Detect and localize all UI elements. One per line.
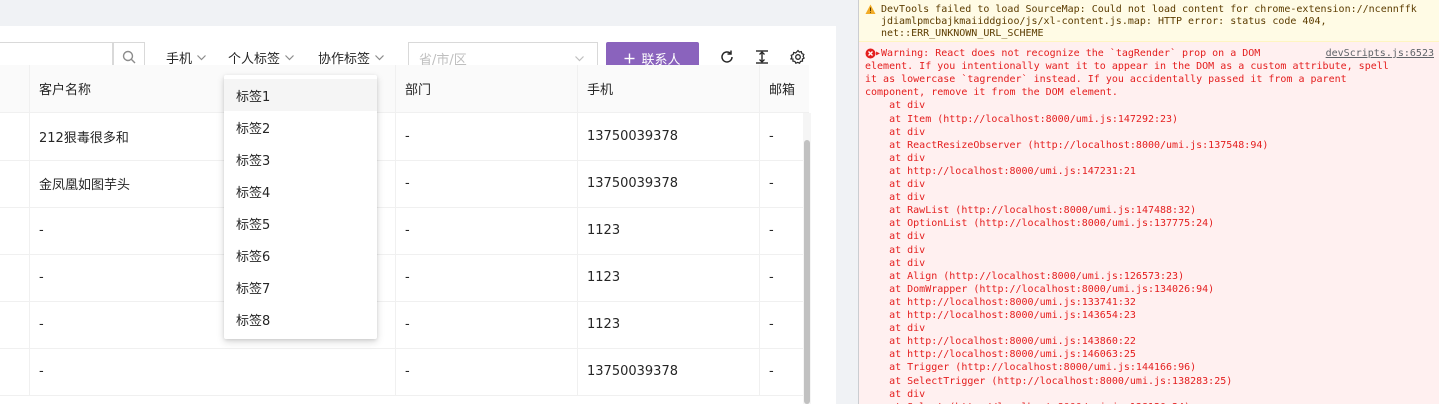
dropdown-option[interactable]: 标签7	[224, 271, 377, 303]
error-line: at SelectTrigger (http://localhost:8000/…	[865, 375, 1233, 387]
department-cell: -	[395, 160, 577, 207]
phone-cell: 1123	[577, 207, 759, 254]
error-line: at http://localhost:8000/umi.js:143860:2…	[865, 336, 1136, 348]
error-line: at div	[865, 152, 926, 164]
table-row[interactable]: - -1123-	[0, 207, 809, 255]
department-cell: -	[395, 113, 577, 160]
chevron-down-icon	[575, 56, 584, 62]
email-cell: -	[759, 301, 809, 348]
dropdown-option[interactable]: 标签3	[224, 143, 377, 175]
error-line: at div	[865, 192, 926, 204]
plus-icon	[624, 53, 635, 63]
console-warning-message: DevTools failed to load SourceMap: Could…	[859, 0, 1439, 42]
error-line: at http://localhost:8000/umi.js:146063:2…	[865, 349, 1136, 361]
row-select-cell	[0, 301, 30, 348]
error-line: at div	[865, 388, 926, 400]
department-cell: -	[395, 301, 577, 348]
table-scrollbar-thumb[interactable]	[804, 140, 810, 404]
error-line: at http://localhost:8000/umi.js:133741:3…	[865, 296, 1136, 308]
refresh-button[interactable]	[718, 48, 736, 66]
error-line: at Trigger (http://localhost:8000/umi.js…	[865, 362, 1197, 374]
phone-cell: 13750039378	[577, 113, 759, 160]
error-line: at div	[865, 100, 926, 112]
error-line: it as lowercase `tagrender` instead. If …	[865, 74, 1347, 86]
phone-cell: 13750039378	[577, 160, 759, 207]
column-height-button[interactable]	[753, 48, 771, 66]
chevron-down-icon	[375, 54, 384, 60]
header-cell-select	[0, 65, 30, 112]
column-height-icon	[756, 50, 768, 64]
warning-line: net::ERR_UNKNOWN_URL_SCHEME	[881, 28, 1044, 39]
crm-app: 手机 个人标签 协作标签 省/市/区 联系人 客户名称 部门 手机 邮箱 212…	[0, 0, 858, 404]
refresh-icon	[721, 50, 733, 63]
error-line: at div	[865, 257, 926, 269]
error-line: at div	[865, 231, 926, 243]
row-select-cell	[0, 113, 30, 160]
department-cell: -	[395, 254, 577, 301]
phone-cell: 1123	[577, 254, 759, 301]
error-line: at http://localhost:8000/umi.js:143654:2…	[865, 310, 1136, 321]
table-row[interactable]: - -1123-	[0, 301, 809, 349]
customer-name-cell: -	[29, 348, 395, 395]
error-source-link[interactable]: devScripts.js:6523	[1326, 47, 1434, 60]
table-row[interactable]: 212狠毒很多和 -13750039378-	[0, 113, 809, 161]
error-line: at OptionList (http://localhost:8000/umi…	[865, 218, 1215, 230]
filter-coop-tag-label: 协作标签	[318, 51, 371, 67]
chevron-down-icon	[285, 54, 294, 60]
department-cell: -	[395, 207, 577, 254]
error-line: at Align (http://localhost:8000/umi.js:1…	[865, 270, 1185, 282]
email-cell: -	[759, 160, 809, 207]
header-department[interactable]: 部门	[395, 65, 577, 112]
error-line: at http://localhost:8000/umi.js:147231:2…	[865, 165, 1136, 177]
phone-cell: 13750039378	[577, 348, 759, 395]
settings-button[interactable]	[789, 48, 807, 66]
table-row[interactable]: 金凤凰如图芋头 -13750039378-	[0, 160, 809, 208]
email-cell: -	[759, 207, 809, 254]
table-row[interactable]: - -13750039378-	[0, 348, 809, 396]
error-line: at div	[865, 179, 926, 190]
row-select-cell	[0, 207, 30, 254]
warning-icon	[865, 4, 876, 14]
table-header-row: 客户名称 部门 手机 邮箱	[0, 65, 809, 113]
chevron-down-icon	[197, 54, 206, 60]
error-line: at div	[865, 244, 926, 256]
department-cell: -	[395, 348, 577, 395]
dropdown-option[interactable]: 标签5	[224, 207, 377, 239]
row-select-cell	[0, 160, 30, 207]
console-error-message: devScripts.js:6523 ▸Warning: React does …	[859, 42, 1439, 404]
email-cell: -	[759, 113, 809, 160]
error-line: component, remove it from the DOM elemen…	[865, 87, 1118, 99]
error-line: at ReactResizeObserver (http://localhost…	[865, 139, 1269, 151]
row-select-cell	[0, 254, 30, 301]
error-line: at div	[865, 126, 926, 138]
error-line: at RawList (http://localhost:8000/umi.js…	[865, 205, 1197, 217]
header-phone[interactable]: 手机	[577, 65, 759, 112]
devtools-console: DevTools failed to load SourceMap: Could…	[858, 0, 1439, 404]
dropdown-option[interactable]: 标签2	[224, 111, 377, 143]
gear-icon	[790, 49, 805, 64]
header-email[interactable]: 邮箱	[759, 65, 809, 112]
email-cell: -	[759, 348, 809, 395]
error-line: at Item (http://localhost:8000/umi.js:14…	[865, 113, 1179, 125]
dropdown-option[interactable]: 标签1	[224, 79, 377, 111]
error-line: at div	[865, 323, 926, 335]
personal-tag-dropdown: 标签1 标签2 标签3 标签4 标签5 标签6 标签7 标签8	[224, 75, 377, 339]
dropdown-option[interactable]: 标签8	[224, 303, 377, 335]
error-line: at DomWrapper (http://localhost:8000/umi…	[865, 283, 1215, 295]
table-row[interactable]: - -1123-	[0, 254, 809, 302]
error-line: element. If you intentionally want it to…	[865, 61, 1389, 73]
error-line: ▸Warning: React does not recognize the `…	[875, 48, 1261, 59]
filter-phone-label: 手机	[166, 51, 193, 67]
email-cell: -	[759, 254, 809, 301]
dropdown-option[interactable]: 标签6	[224, 239, 377, 271]
dropdown-option[interactable]: 标签4	[224, 175, 377, 207]
phone-cell: 1123	[577, 301, 759, 348]
row-select-cell	[0, 348, 30, 395]
search-icon	[122, 50, 136, 64]
filter-personal-tag-label: 个人标签	[228, 51, 281, 67]
